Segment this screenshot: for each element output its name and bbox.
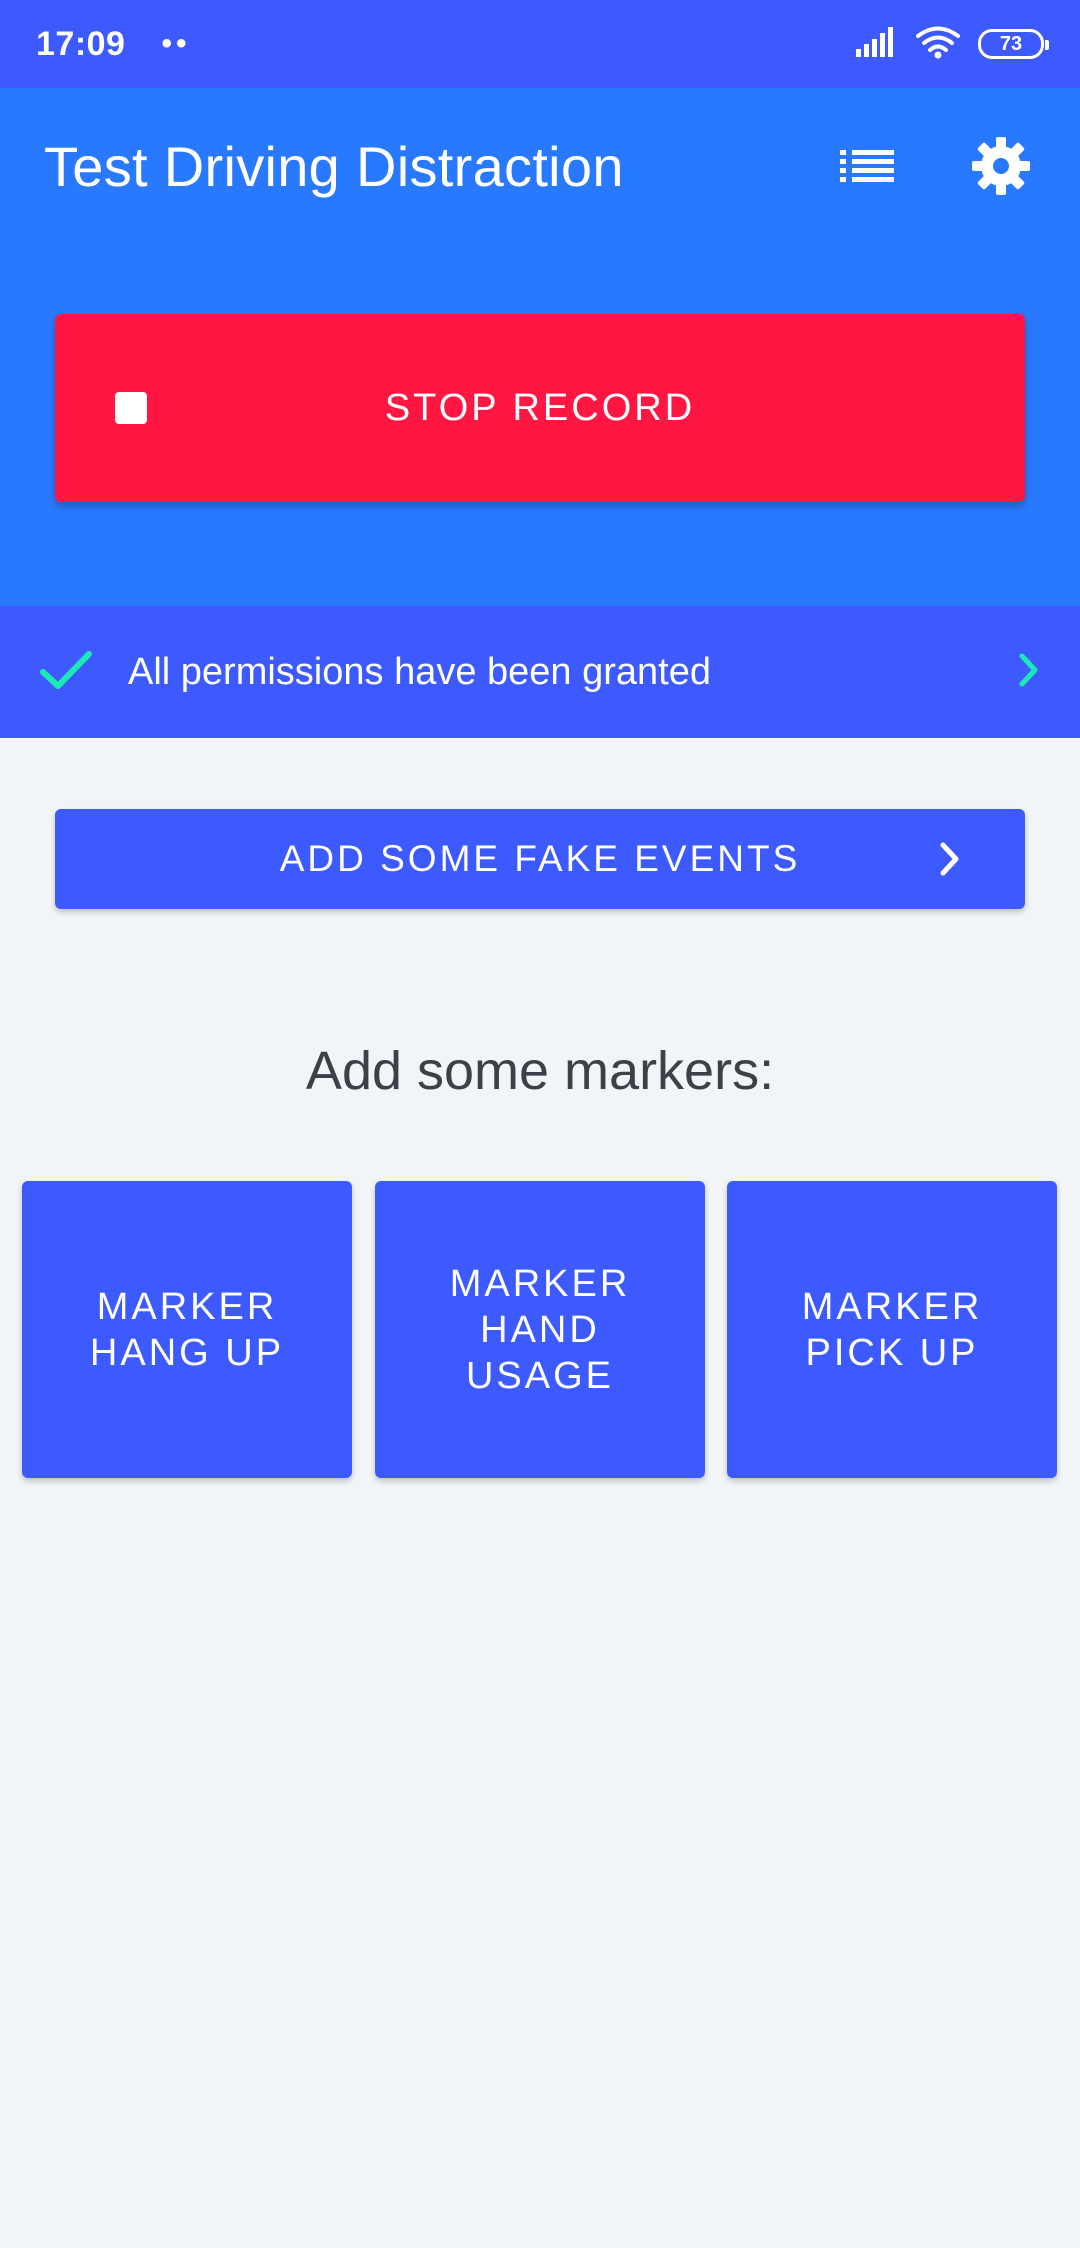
notification-dots: •• xyxy=(161,27,191,60)
marker-pick-up-button[interactable]: MARKER PICK UP xyxy=(727,1181,1057,1478)
chevron-right-icon xyxy=(939,841,961,886)
stop-record-button[interactable]: STOP RECORD xyxy=(55,314,1025,502)
marker-hang-up-button[interactable]: MARKER HANG UP xyxy=(22,1181,352,1478)
status-bar: 17:09 •• 73 xyxy=(0,0,1080,88)
status-icons: 73 xyxy=(854,25,1049,64)
signal-icon xyxy=(854,26,898,62)
markers-heading: Add some markers: xyxy=(305,1041,775,1101)
settings-gear-icon[interactable] xyxy=(966,131,1036,201)
stop-record-label: STOP RECORD xyxy=(384,386,696,429)
app-bar: Test Driving Distraction xyxy=(0,88,1080,244)
list-icon[interactable] xyxy=(832,131,902,201)
record-panel: STOP RECORD xyxy=(0,244,1080,606)
app-title: Test Driving Distraction xyxy=(44,134,624,198)
wifi-icon xyxy=(916,25,960,64)
marker-hand-usage-button[interactable]: MARKER HAND USAGE xyxy=(375,1181,705,1478)
check-icon xyxy=(40,650,92,695)
status-time: 17:09 xyxy=(36,24,126,63)
permissions-row[interactable]: All permissions have been granted xyxy=(0,606,1080,738)
app-bar-actions xyxy=(832,131,1036,201)
battery-icon: 73 xyxy=(978,29,1049,59)
permissions-text: All permissions have been granted xyxy=(128,650,712,693)
chevron-right-icon xyxy=(1018,652,1040,693)
stop-square-icon xyxy=(115,392,147,424)
add-fake-events-label: ADD SOME FAKE EVENTS xyxy=(279,838,801,879)
add-fake-events-button[interactable]: ADD SOME FAKE EVENTS xyxy=(55,809,1025,909)
